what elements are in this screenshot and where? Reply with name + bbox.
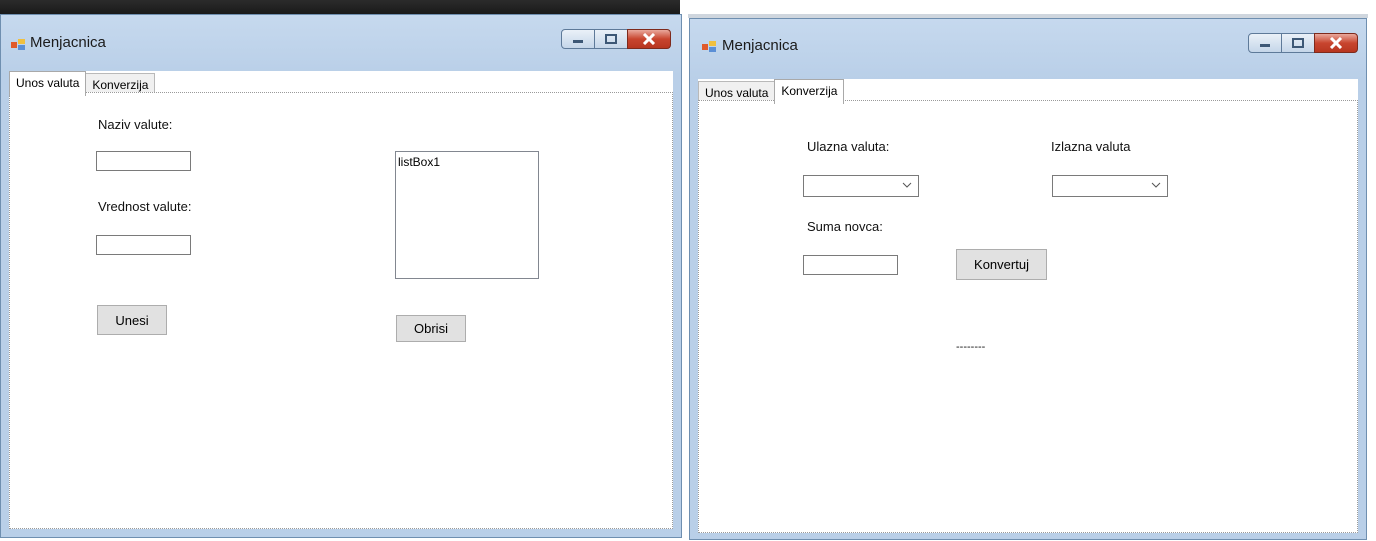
- izlazna-valuta-combobox[interactable]: [1052, 175, 1168, 197]
- tab-konverzija[interactable]: Konverzija: [774, 79, 845, 104]
- close-icon: [642, 33, 656, 45]
- app-window-icon: [11, 39, 25, 50]
- tab-strip: Unos valuta Konverzija: [9, 71, 156, 96]
- minimize-button[interactable]: [1248, 33, 1282, 53]
- unesi-button[interactable]: Unesi: [97, 305, 167, 335]
- izlazna-valuta-label: Izlazna valuta: [1051, 139, 1131, 154]
- chevron-down-icon[interactable]: [902, 181, 912, 189]
- window-title: Menjacnica: [30, 34, 106, 51]
- tab-page-konverzija: Ulazna valuta: Izlazna valuta Suma novca…: [698, 100, 1358, 533]
- titlebar[interactable]: Menjacnica: [1, 15, 681, 51]
- konvertuj-button[interactable]: Konvertuj: [956, 249, 1047, 280]
- maximize-icon: [605, 34, 617, 44]
- maximize-button[interactable]: [1281, 33, 1315, 53]
- app-window-icon: [702, 41, 716, 52]
- titlebar[interactable]: Menjacnica: [690, 19, 1366, 55]
- window-controls: [1248, 33, 1358, 53]
- listbox-item: listBox1: [398, 155, 441, 169]
- suma-novca-input[interactable]: [803, 255, 898, 275]
- ulazna-valuta-label: Ulazna valuta:: [807, 139, 890, 154]
- tab-page-unos-valuta: Naziv valute: Vrednost valute: listBox1 …: [9, 92, 673, 529]
- vrednost-valute-label: Vrednost valute:: [98, 199, 192, 214]
- close-button[interactable]: [627, 29, 671, 49]
- minimize-icon: [1260, 44, 1270, 47]
- window-title: Menjacnica: [722, 37, 798, 54]
- client-area: Unos valuta Konverzija Ulazna valuta: Iz…: [698, 79, 1358, 533]
- vrednost-valute-input[interactable]: [96, 235, 191, 255]
- ulazna-valuta-combobox[interactable]: [803, 175, 919, 197]
- naziv-valute-input[interactable]: [96, 151, 191, 171]
- valute-listbox[interactable]: listBox1: [395, 151, 539, 279]
- window-konverzija: Menjacnica Unos valuta Konverzija Ulazna…: [689, 18, 1367, 540]
- tab-strip: Unos valuta Konverzija: [698, 79, 845, 104]
- window-controls: [561, 29, 671, 49]
- close-icon: [1329, 37, 1343, 49]
- window-unos-valuta: Menjacnica Unos valuta Konverzija Naziv …: [0, 14, 682, 538]
- minimize-icon: [573, 40, 583, 43]
- close-button[interactable]: [1314, 33, 1358, 53]
- client-area: Unos valuta Konverzija Naziv valute: Vre…: [9, 71, 673, 529]
- background-strip-dark: [0, 0, 680, 14]
- maximize-icon: [1292, 38, 1304, 48]
- minimize-button[interactable]: [561, 29, 595, 49]
- result-label: --------: [956, 341, 986, 353]
- naziv-valute-label: Naziv valute:: [98, 117, 173, 132]
- maximize-button[interactable]: [594, 29, 628, 49]
- chevron-down-icon[interactable]: [1151, 181, 1161, 189]
- obrisi-button[interactable]: Obrisi: [396, 315, 466, 342]
- tab-unos-valuta[interactable]: Unos valuta: [9, 71, 87, 96]
- suma-novca-label: Suma novca:: [807, 219, 883, 234]
